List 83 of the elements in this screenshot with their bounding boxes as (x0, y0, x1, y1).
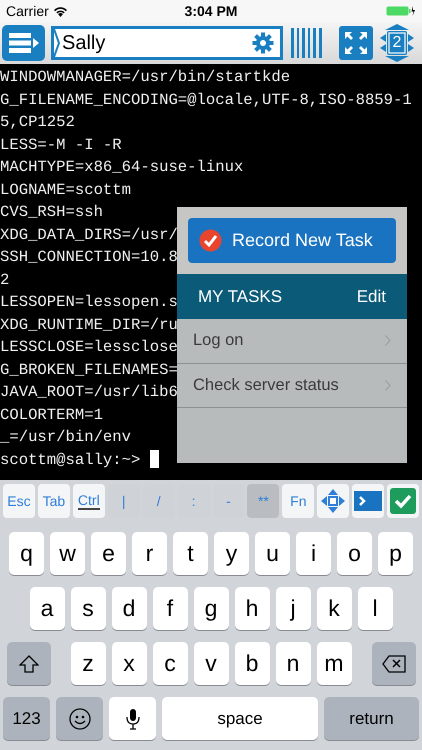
key[interactable]: i (296, 532, 331, 575)
numbers-key[interactable]: 123 (3, 697, 50, 740)
key[interactable]: d (112, 587, 146, 630)
wifi-icon (52, 6, 68, 16)
chevron-icon (54, 29, 60, 57)
accessory-key[interactable]: Ctrl (72, 484, 105, 518)
terminal-line: JAVA_ROOT=/usr/lib6 (0, 382, 178, 403)
backspace-key[interactable] (372, 642, 416, 685)
key[interactable]: j (276, 587, 310, 630)
key[interactable]: e (91, 532, 126, 575)
task-item[interactable]: Log on (177, 319, 407, 364)
key[interactable]: a (30, 587, 64, 630)
key[interactable]: h (234, 587, 270, 630)
terminal-line: scottm@sally:~> (0, 450, 142, 468)
key[interactable]: r (132, 532, 167, 575)
microphone-key[interactable] (109, 697, 156, 740)
key[interactable]: t (173, 532, 208, 575)
terminal-line: G_FILENAME_ENCODING=@locale,UTF-8,ISO-8859-1 (0, 90, 412, 110)
key[interactable]: g (194, 587, 228, 630)
terminal-line: LESSCLOSE=lessclose (0, 337, 178, 358)
terminal-line: COLORTERM=1 (0, 404, 103, 426)
clock: 3:04 PM (184, 2, 238, 20)
terminal-line: 5,CP1252 (0, 112, 75, 133)
terminal-line: CVS_RSH=ssh (0, 202, 103, 223)
cursor (150, 450, 159, 468)
terminal-line: LESSOPEN=lessopen.s (0, 292, 178, 313)
shift-icon (18, 654, 38, 672)
key[interactable]: c (152, 642, 188, 685)
sessions-button[interactable]: 2 (379, 24, 415, 62)
microphone-icon (126, 708, 140, 730)
move-cursor-button[interactable] (317, 484, 350, 518)
key[interactable]: z (70, 642, 106, 685)
chevron-icon (385, 380, 391, 391)
key[interactable]: k (316, 587, 352, 630)
fullscreen-button[interactable] (339, 26, 373, 60)
key[interactable]: x (112, 642, 146, 685)
key[interactable]: m (316, 642, 352, 685)
battery-icon (386, 5, 416, 17)
key[interactable]: o (337, 532, 372, 575)
key[interactable]: q (9, 532, 44, 575)
key[interactable]: l (358, 587, 392, 630)
terminal-line: WINDOWMANAGER=/usr/bin/startkde (0, 67, 290, 88)
space-key[interactable]: space (162, 697, 318, 740)
emoji-key[interactable] (56, 697, 103, 740)
accessory-key[interactable]: Esc (3, 484, 35, 518)
terminal-line: G_BROKEN_FILENAMES= (0, 360, 178, 380)
checkmark-icon (199, 229, 222, 252)
carrier-label: Carrier (6, 2, 49, 20)
backspace-icon (382, 654, 406, 672)
terminal-line: SSH_CONNECTION=10.8 (0, 247, 178, 268)
header-title: MY TASKS (198, 286, 282, 308)
terminal-line: XDG_RUNTIME_DIR=/ru (0, 314, 178, 336)
prompt-button[interactable] (352, 484, 384, 518)
terminal-line: MACHTYPE=x86_64-suse-linux (0, 157, 244, 178)
terminal-line: LOGNAME=scottm (0, 180, 132, 200)
key[interactable]: p (378, 532, 413, 575)
key[interactable]: y (214, 532, 249, 575)
terminal-line: LESS=-M -I -R (0, 134, 122, 156)
shift-key[interactable] (6, 642, 50, 685)
terminal-line: 2 (0, 270, 10, 290)
edit-button[interactable]: Edit (356, 284, 386, 310)
key[interactable]: s (70, 587, 106, 630)
return-key[interactable]: return (324, 697, 419, 740)
key[interactable]: f (152, 587, 188, 630)
key[interactable]: n (276, 642, 310, 685)
key[interactable]: u (255, 532, 290, 575)
terminal-line: _=/usr/bin/env (0, 427, 132, 448)
accessory-key[interactable]: Tab (38, 484, 70, 518)
done-button[interactable] (387, 484, 420, 518)
key[interactable]: v (194, 642, 228, 685)
task-item[interactable]: Check server status (177, 364, 407, 408)
accessory-key[interactable]: Fn (282, 484, 314, 518)
chevron-icon (385, 335, 391, 346)
record-task-button[interactable]: Record New Task (188, 218, 396, 263)
smiley-icon (68, 708, 90, 730)
barcode-button[interactable] (289, 25, 325, 61)
list-icon (6, 31, 40, 55)
text-input[interactable]: Sally (62, 28, 252, 58)
menu-button[interactable] (2, 25, 45, 61)
key[interactable]: w (50, 532, 85, 575)
host-field[interactable]: Sally (51, 26, 283, 60)
key[interactable]: b (234, 642, 270, 685)
terminal-line: XDG_DATA_DIRS=/usr/ (0, 224, 178, 246)
